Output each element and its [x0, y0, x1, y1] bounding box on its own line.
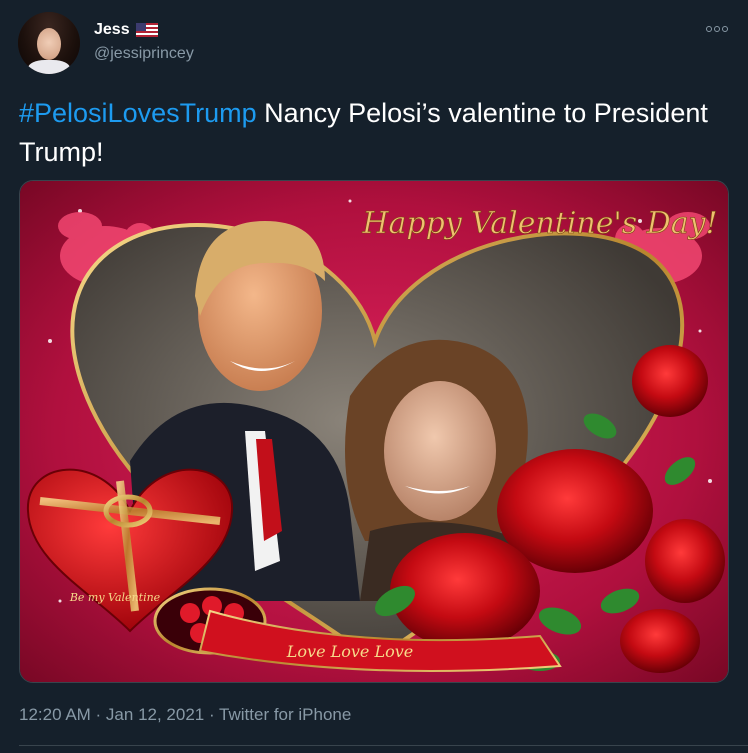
tweet: Jess @jessiprincey #PelosiLovesTrump Nan… — [0, 0, 748, 753]
tweet-timestamp[interactable]: 12:20 AM · Jan 12, 2021 · Twitter for iP… — [19, 705, 351, 725]
divider — [19, 745, 748, 746]
valentine-banner-text: Happy Valentine's Day! — [361, 206, 717, 241]
author-name-row: Jess — [94, 21, 158, 39]
avatar-shirt — [28, 60, 70, 74]
more-options-icon[interactable] — [706, 24, 728, 34]
avatar-face — [37, 28, 61, 60]
author-handle[interactable]: @jessiprincey — [94, 45, 194, 63]
author-name[interactable]: Jess — [94, 21, 130, 39]
tweet-image[interactable]: Be my Valentine Love Love Love Happy Val… — [19, 180, 729, 683]
candy-box-text: Be my Valentine — [69, 591, 161, 604]
hashtag-link[interactable]: #PelosiLovesTrump — [19, 98, 257, 128]
user-avatar[interactable] — [18, 12, 80, 74]
tweet-text: #PelosiLovesTrump Nancy Pelosi’s valenti… — [19, 94, 719, 172]
us-flag-icon — [135, 23, 158, 37]
ribbon-text: Love Love Love — [286, 642, 413, 661]
